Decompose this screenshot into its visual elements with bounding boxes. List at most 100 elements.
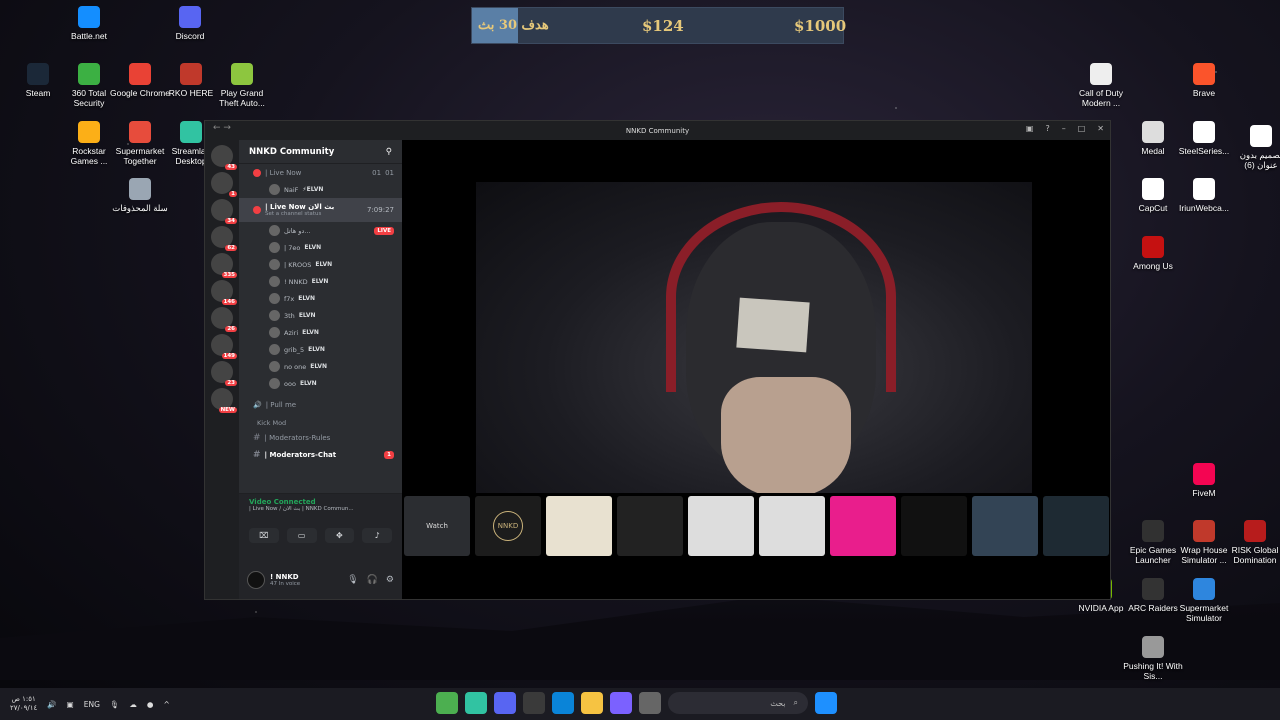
voice-channel-live-now[interactable]: | Live Now 01 01: [239, 164, 402, 181]
server-icon[interactable]: 62: [211, 226, 237, 251]
folder-icon[interactable]: [581, 692, 603, 714]
language-indicator[interactable]: ENG: [84, 700, 100, 709]
voice-user[interactable]: NaiF ⚡ELVN: [239, 181, 402, 198]
gear-icon[interactable]: ⚙: [386, 575, 394, 585]
clock[interactable]: ١:٥١ ص ٢٧/٠٩/١٤: [10, 695, 37, 713]
participant-tile[interactable]: [830, 496, 896, 556]
desktop-icon[interactable]: Among Us: [1122, 236, 1184, 271]
server-icon[interactable]: 26: [211, 307, 237, 332]
text-channel-rules[interactable]: # | Moderators-Rules: [239, 429, 402, 446]
voice-channel-path[interactable]: | Live Now / بث الان | NNKD Commun...: [249, 506, 392, 512]
help-icon[interactable]: ?: [1045, 124, 1049, 133]
start-button[interactable]: [815, 692, 837, 714]
participant-tile[interactable]: [759, 496, 825, 556]
voice-user[interactable]: f7x ELVN: [239, 290, 402, 307]
text-channel-chat[interactable]: # | Moderators-Chat 1: [239, 446, 402, 463]
app-icon: [1244, 520, 1266, 542]
elvn-tag: ⚡ELVN: [302, 186, 324, 193]
soundboard-button[interactable]: ♪: [362, 528, 392, 543]
add-member-icon[interactable]: ⚲: [386, 147, 392, 157]
desktop-icon-label: FiveM: [1192, 488, 1216, 498]
category-header[interactable]: Kick Mod: [239, 413, 402, 429]
desktop-icon[interactable]: FiveM: [1173, 463, 1235, 498]
elvn-tag: ELVN: [299, 380, 317, 387]
chevron-up-icon[interactable]: ^: [163, 700, 169, 709]
server-icon[interactable]: 23: [211, 361, 237, 386]
volume-icon[interactable]: 🔊: [47, 700, 56, 709]
server-icon[interactable]: 1: [211, 172, 237, 197]
desktop-icon[interactable]: RISK Global Domination: [1224, 520, 1280, 565]
activities-button[interactable]: ✥: [324, 528, 355, 543]
voice-user[interactable]: | KROOS ELVN: [239, 256, 402, 273]
voice-user[interactable]: دو هاتل... LIVE: [239, 222, 402, 239]
voice-channel-live-now-active[interactable]: | Live Now بث الان Set a channel status …: [239, 198, 402, 222]
server-icon[interactable]: 43: [211, 145, 237, 170]
network-icon[interactable]: ▣: [67, 700, 74, 709]
app-icon[interactable]: [436, 692, 458, 714]
server-icon[interactable]: 34: [211, 199, 237, 224]
desktop-icon[interactable]: IriunWebca...: [1173, 178, 1235, 213]
desktop-icon[interactable]: Call of Duty Modern ...: [1070, 63, 1132, 108]
avatar: [269, 276, 280, 287]
voice-user[interactable]: ooo ELVN: [239, 375, 402, 392]
server-header[interactable]: NNKD Community ⚲: [239, 140, 402, 164]
voice-user[interactable]: no one ELVN: [239, 358, 402, 375]
store-icon[interactable]: [523, 692, 545, 714]
server-icon[interactable]: 146: [211, 280, 237, 305]
participant-tile[interactable]: [901, 496, 967, 556]
voice-user[interactable]: ! NNKD ELVN: [239, 273, 402, 290]
channel-sidebar: NNKD Community ⚲ | Live Now 01 01 NaiF ⚡…: [239, 140, 402, 599]
cloud-icon[interactable]: ☁: [129, 700, 137, 709]
minimize-button[interactable]: –: [1062, 124, 1066, 133]
camera-off-button[interactable]: ⌧: [249, 528, 279, 543]
desktop-icon[interactable]: Brave: [1173, 63, 1235, 98]
desktop-icon[interactable]: Supermarket Simulator: [1173, 578, 1235, 623]
video-feed[interactable]: [476, 182, 1032, 493]
channel-status[interactable]: Set a channel status: [265, 211, 334, 217]
close-button[interactable]: ✕: [1097, 124, 1104, 133]
screen-share-button[interactable]: ▭: [286, 528, 317, 543]
server-icon[interactable]: NEW: [211, 388, 237, 413]
voice-channel-pull-me[interactable]: 🔊 | Pull me: [239, 396, 402, 413]
desktop-icon[interactable]: تصميم بدون عنوان (6): [1230, 125, 1280, 170]
server-icon[interactable]: 149: [211, 334, 237, 359]
desktop-icon[interactable]: Play Grand Theft Auto...: [211, 63, 273, 108]
participant-tile[interactable]: [617, 496, 683, 556]
user-status: 47 In voice: [270, 581, 301, 587]
server-icon[interactable]: 335: [211, 253, 237, 278]
window-title: NNKD Community: [625, 126, 690, 135]
voice-user[interactable]: Aziri ELVN: [239, 324, 402, 341]
desktop-icon[interactable]: Discord: [159, 6, 221, 41]
server-badge: 146: [221, 299, 237, 305]
watch-tile[interactable]: Watch: [404, 496, 470, 556]
app-icon[interactable]: [465, 692, 487, 714]
participant-tile[interactable]: NNKD: [475, 496, 541, 556]
app-icon[interactable]: [610, 692, 632, 714]
inbox-icon[interactable]: ▣: [1026, 124, 1034, 133]
participant-tile[interactable]: [546, 496, 612, 556]
mic-icon[interactable]: 🎙: [347, 575, 358, 585]
app-icon[interactable]: [639, 692, 661, 714]
channel-label: | Moderators-Chat: [264, 450, 337, 459]
discord-taskbar-icon[interactable]: [494, 692, 516, 714]
participant-tile[interactable]: [688, 496, 754, 556]
search-icon: ⌕: [793, 698, 798, 707]
tray-app-icon[interactable]: ●: [147, 700, 154, 709]
voice-user[interactable]: 3th ELVN: [239, 307, 402, 324]
desktop-icon[interactable]: سلة المحذوفات: [109, 178, 171, 213]
participant-tile[interactable]: [1043, 496, 1109, 556]
voice-user[interactable]: | 7eo ELVN: [239, 239, 402, 256]
desktop-icon[interactable]: SteelSeries...: [1173, 121, 1235, 156]
nav-arrows-icon[interactable]: ← →: [213, 123, 231, 133]
avatar[interactable]: [247, 571, 265, 589]
maximize-button[interactable]: □: [1078, 124, 1086, 133]
headphones-icon[interactable]: 🎧: [367, 575, 378, 585]
server-badge: 62: [225, 245, 237, 251]
mic-tray-icon[interactable]: 🎙: [110, 700, 120, 709]
search-box[interactable]: بحث ⌕: [668, 692, 808, 714]
desktop-icon[interactable]: Pushing It! With Sis...: [1122, 636, 1184, 681]
edge-icon[interactable]: [552, 692, 574, 714]
voice-user[interactable]: grib_5 ELVN: [239, 341, 402, 358]
participant-tile[interactable]: [972, 496, 1038, 556]
desktop-icon[interactable]: Battle.net: [58, 6, 120, 41]
